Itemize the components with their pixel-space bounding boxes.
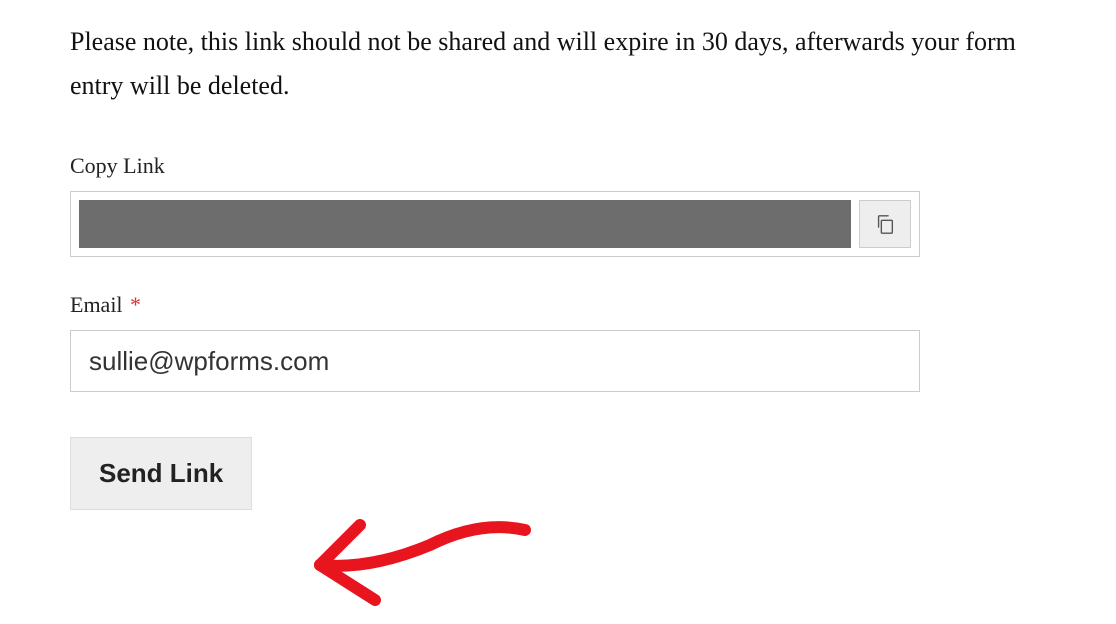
copy-button[interactable]: [859, 200, 911, 248]
copy-link-value[interactable]: [79, 200, 851, 248]
description-text: Please note, this link should not be sha…: [70, 20, 1046, 108]
send-link-button[interactable]: Send Link: [70, 437, 252, 510]
email-input[interactable]: [70, 330, 920, 392]
required-mark: *: [130, 292, 141, 317]
email-field-group: Email *: [70, 292, 1046, 392]
arrow-annotation: [280, 470, 550, 620]
copy-link-field: Copy Link: [70, 153, 1046, 257]
copy-icon: [874, 212, 896, 236]
copy-link-container: [70, 191, 920, 257]
email-label-text: Email: [70, 292, 123, 317]
email-label: Email *: [70, 292, 1046, 318]
copy-link-label: Copy Link: [70, 153, 1046, 179]
